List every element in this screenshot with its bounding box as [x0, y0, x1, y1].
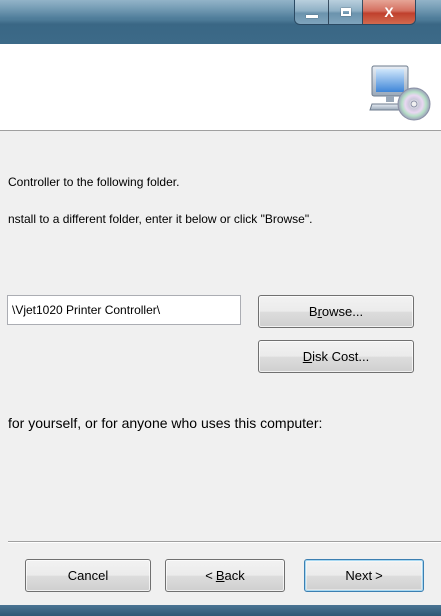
back-button-mnemonic: B — [215, 568, 225, 583]
disk-cost-button[interactable]: Disk Cost... — [258, 340, 414, 373]
minimize-button[interactable] — [295, 0, 329, 24]
next-button-label: Next — [345, 568, 373, 583]
maximize-icon — [340, 8, 351, 16]
title-bar[interactable]: X — [0, 0, 441, 44]
dialog-left-edge — [0, 131, 8, 605]
close-button[interactable]: X — [363, 0, 415, 24]
cancel-button[interactable]: Cancel — [25, 559, 151, 592]
close-icon: X — [384, 4, 394, 20]
next-button[interactable]: Next > — [304, 559, 424, 592]
install-folder-description: Controller to the following folder. — [8, 175, 180, 189]
computer-cd-icon — [369, 65, 431, 121]
window-bottom-border — [0, 605, 441, 616]
browse-instructions: nstall to a different folder, enter it b… — [8, 212, 313, 226]
install-for-users-text: for yourself, or for anyone who uses thi… — [8, 415, 323, 431]
disk-cost-button-mnemonic: D — [302, 349, 313, 364]
header-banner — [0, 44, 441, 131]
cancel-button-label: Cancel — [67, 568, 109, 583]
minimize-icon — [305, 14, 318, 18]
back-arrow-icon: < — [205, 568, 213, 583]
browse-button[interactable]: Br owse... — [258, 295, 414, 328]
next-arrow-icon: > — [375, 568, 383, 583]
back-button-label: ack — [224, 568, 245, 583]
folder-path-input[interactable] — [7, 295, 241, 325]
back-button[interactable]: < Back — [165, 559, 285, 592]
footer-separator — [8, 541, 441, 543]
maximize-button[interactable] — [329, 0, 363, 24]
browse-button-label-end: owse... — [321, 304, 364, 319]
caption-buttons: X — [294, 0, 416, 25]
disk-cost-button-label: isk Cost... — [312, 349, 370, 364]
browse-button-label-start: B — [308, 304, 318, 319]
